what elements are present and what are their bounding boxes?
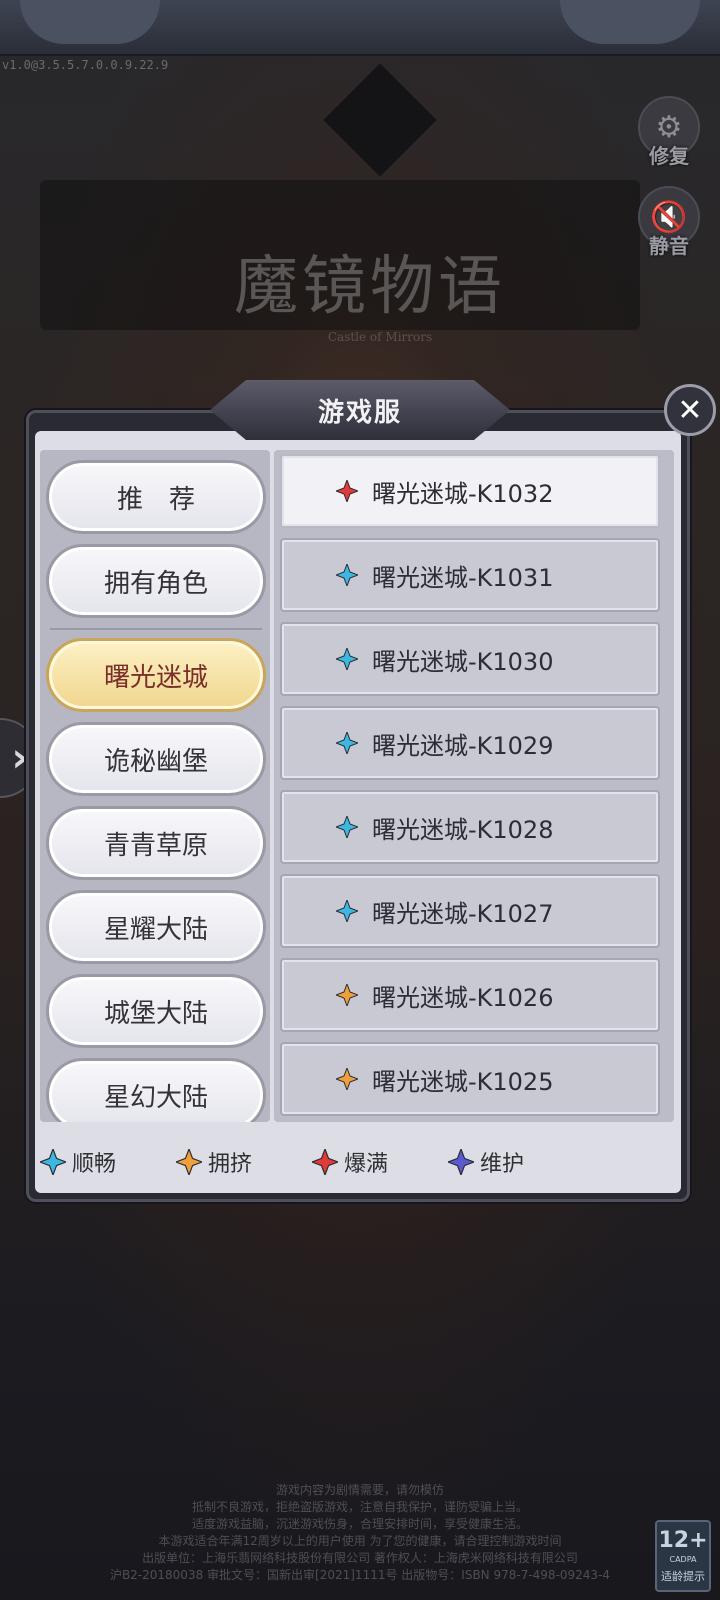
- legend-label: 爆满: [344, 1152, 389, 1177]
- server-row[interactable]: 曙光迷城-K1030: [280, 622, 660, 696]
- legend-full: 爆满: [312, 1146, 388, 1178]
- category-list: 推 荐 拥有角色 曙光迷城 诡秘幽堡 青青草原 星耀大陆 城堡大陆 星幻大陆: [40, 450, 270, 1122]
- age-rating: 12+: [658, 1528, 708, 1553]
- legend-maintenance: 维护: [448, 1146, 524, 1178]
- server-row[interactable]: 曙光迷城-K1028: [280, 790, 660, 864]
- server-row[interactable]: 曙光迷城-K1029: [280, 706, 660, 780]
- category-divider: [50, 628, 262, 630]
- status-diamond-icon: [336, 816, 358, 838]
- server-row[interactable]: 曙光迷城-K1032: [280, 454, 660, 528]
- legend-label: 顺畅: [72, 1152, 117, 1177]
- legend-label: 拥挤: [208, 1152, 253, 1177]
- top-frame: [0, 0, 720, 56]
- category-guimi[interactable]: 诡秘幽堡: [46, 722, 266, 796]
- mute-button[interactable]: 🔇 静音: [636, 186, 702, 266]
- footer-line: 抵制不良游戏，拒绝盗版游戏，注意自我保护，谨防受骗上当。: [191, 1500, 528, 1514]
- server-name: 曙光迷城-K1032: [372, 479, 554, 508]
- age-rating-badge[interactable]: 12+ CADPA 适龄提示: [655, 1520, 711, 1592]
- legend-crowded: 拥挤: [176, 1146, 252, 1178]
- legal-footer: 游戏内容为剧情需要，请勿模仿 抵制不良游戏，拒绝盗版游戏，注意自我保护，谨防受骗…: [80, 1482, 640, 1584]
- close-button[interactable]: ✕: [664, 384, 716, 436]
- server-name: 曙光迷城-K1027: [372, 899, 554, 928]
- footer-line: 适度游戏益脑，沉迷游戏伤身，合理安排时间，享受健康生活。: [191, 1517, 528, 1531]
- diamond-icon: [176, 1149, 203, 1175]
- status-diamond-icon: [336, 984, 358, 1006]
- game-logo: 魔镜物语: [234, 250, 506, 324]
- status-diamond-icon: [336, 648, 358, 670]
- server-row[interactable]: 曙光迷城-K1025: [280, 1042, 660, 1116]
- category-shuguang[interactable]: 曙光迷城: [46, 638, 266, 712]
- category-owned-roles[interactable]: 拥有角色: [46, 544, 266, 618]
- close-icon: ✕: [677, 392, 703, 428]
- status-diamond-icon: [336, 480, 358, 502]
- server-row[interactable]: 曙光迷城-K1027: [280, 874, 660, 948]
- status-diamond-icon: [336, 564, 358, 586]
- footer-line: 本游戏适合年满12周岁以上的用户使用 为了您的健康，请合理控制游戏时间: [158, 1534, 562, 1548]
- server-list: 曙光迷城-K1032 曙光迷城-K1031 曙光迷城-K1030 曙光迷城-K1…: [274, 450, 674, 1122]
- category-xinghuan[interactable]: 星幻大陆: [46, 1058, 266, 1122]
- server-name: 曙光迷城-K1031: [372, 563, 554, 592]
- footer-line: 游戏内容为剧情需要，请勿模仿: [275, 1483, 444, 1497]
- category-recommended[interactable]: 推 荐: [46, 460, 266, 534]
- server-name: 曙光迷城-K1028: [372, 815, 554, 844]
- legend-smooth: 顺畅: [40, 1146, 116, 1178]
- status-legend: 顺畅 拥挤 爆满 维护: [40, 1132, 674, 1192]
- age-tip: 适龄提示: [661, 1570, 705, 1583]
- dialog-title: 游戏服: [317, 397, 402, 428]
- repair-label: 修复: [649, 144, 689, 168]
- age-org: CADPA: [669, 1555, 697, 1564]
- server-row[interactable]: 曙光迷城-K1031: [280, 538, 660, 612]
- game-logo-subtitle: Castle of Mirrors: [327, 330, 433, 344]
- status-diamond-icon: [336, 900, 358, 922]
- category-qingqing[interactable]: 青青草原: [46, 806, 266, 880]
- repair-button[interactable]: ⚙ 修复: [636, 96, 702, 176]
- diamond-icon: [312, 1149, 339, 1175]
- server-name: 曙光迷城-K1026: [372, 983, 554, 1012]
- server-name: 曙光迷城-K1025: [372, 1067, 554, 1096]
- footer-line: 出版单位：上海乐翡网络科技股份有限公司 著作权人：上海虎米网络科技有限公司: [142, 1551, 578, 1565]
- status-diamond-icon: [336, 732, 358, 754]
- server-row[interactable]: 曙光迷城-K1026: [280, 958, 660, 1032]
- category-chengbao[interactable]: 城堡大陆: [46, 974, 266, 1048]
- status-diamond-icon: [336, 1068, 358, 1090]
- category-xingyao[interactable]: 星耀大陆: [46, 890, 266, 964]
- server-name: 曙光迷城-K1029: [372, 731, 554, 760]
- legend-label: 维护: [480, 1152, 525, 1177]
- diamond-icon: [40, 1149, 66, 1175]
- footer-line: 沪B2-20180038 审批文号：国新出审[2021]1111号 出版物号：I…: [109, 1568, 611, 1582]
- server-name: 曙光迷城-K1030: [372, 647, 554, 676]
- diamond-icon: [448, 1149, 475, 1175]
- version-label: v1.0@3.5.5.7.0.0.9.22.9: [2, 58, 169, 72]
- dialog-title-plate: 游戏服: [210, 380, 510, 440]
- mute-label: 静音: [649, 234, 689, 258]
